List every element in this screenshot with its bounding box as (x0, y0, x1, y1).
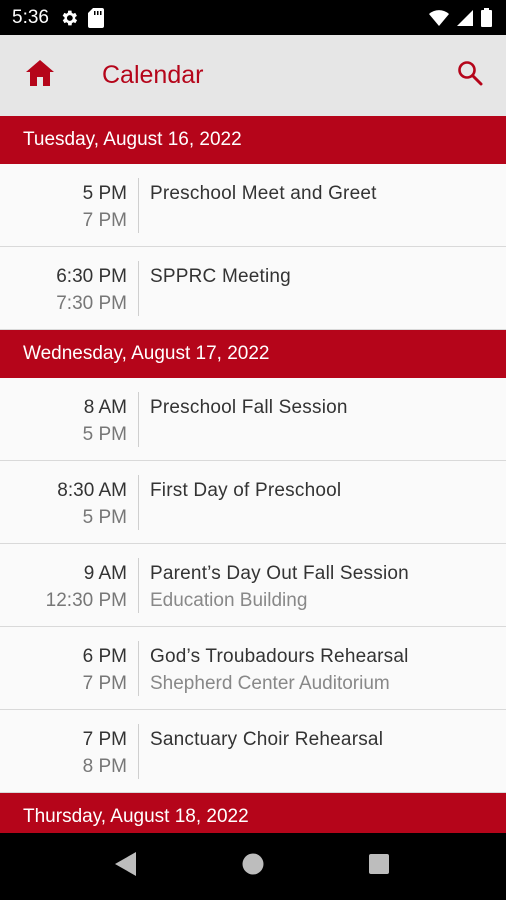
event-start-time: 6:30 PM (56, 266, 127, 287)
system-nav-bar (0, 833, 506, 900)
day-header-label: Wednesday, August 17, 2022 (23, 343, 270, 364)
day-header: Thursday, August 18, 2022 (0, 793, 506, 833)
event-title: Preschool Meet and Greet (150, 183, 377, 204)
event-start-time: 7 PM (82, 729, 127, 750)
event-end-time: 7 PM (82, 673, 127, 694)
event-end-time: 5 PM (82, 424, 127, 445)
search-icon (457, 60, 483, 91)
back-icon (115, 852, 137, 881)
page-title: Calendar (102, 61, 204, 89)
signal-icon (457, 9, 473, 26)
battery-icon (481, 8, 492, 27)
recents-button[interactable] (349, 837, 409, 897)
event-title: Preschool Fall Session (150, 397, 348, 418)
event-title: First Day of Preschool (150, 480, 342, 501)
day-header: Tuesday, August 16, 2022 (0, 116, 506, 164)
event-end-time: 7 PM (82, 210, 127, 231)
event-row[interactable]: 8 AM 5 PM Preschool Fall Session (0, 378, 506, 461)
event-location: Education Building (150, 590, 308, 611)
event-end-time: 5 PM (82, 507, 127, 528)
day-header-label: Tuesday, August 16, 2022 (23, 129, 242, 150)
home-nav-button[interactable] (223, 837, 283, 897)
event-start-time: 6 PM (82, 646, 127, 667)
event-end-time: 8 PM (82, 756, 127, 777)
day-header: Wednesday, August 17, 2022 (0, 330, 506, 378)
home-icon (26, 60, 54, 91)
event-row[interactable]: 8:30 AM 5 PM First Day of Preschool (0, 461, 506, 544)
event-title: Parent’s Day Out Fall Session (150, 563, 409, 584)
status-bar: 5:36 (0, 0, 506, 35)
app-bar: Calendar (0, 35, 506, 116)
event-row[interactable]: 6 PM 7 PM God’s Troubadours Rehearsal Sh… (0, 627, 506, 710)
event-title: God’s Troubadours Rehearsal (150, 646, 409, 667)
gear-icon (59, 8, 79, 28)
home-button[interactable] (20, 56, 60, 96)
event-start-time: 8:30 AM (57, 480, 127, 501)
status-time: 5:36 (12, 6, 49, 28)
event-row[interactable]: 9 AM 12:30 PM Parent’s Day Out Fall Sess… (0, 544, 506, 627)
search-button[interactable] (450, 56, 490, 96)
calendar-list[interactable]: Tuesday, August 16, 2022 5 PM 7 PM Presc… (0, 116, 506, 833)
recents-icon (369, 854, 389, 879)
event-row[interactable]: 7 PM 8 PM Sanctuary Choir Rehearsal (0, 710, 506, 793)
event-row[interactable]: 5 PM 7 PM Preschool Meet and Greet (0, 164, 506, 247)
event-end-time: 12:30 PM (45, 590, 127, 611)
event-start-time: 8 AM (83, 397, 127, 418)
wifi-icon (429, 9, 449, 26)
event-end-time: 7:30 PM (56, 293, 127, 314)
day-header-label: Thursday, August 18, 2022 (23, 806, 249, 827)
sd-card-icon (87, 7, 104, 28)
event-start-time: 9 AM (83, 563, 127, 584)
back-button[interactable] (96, 837, 156, 897)
event-row[interactable]: 6:30 PM 7:30 PM SPPRC Meeting (0, 247, 506, 330)
event-title: SPPRC Meeting (150, 266, 291, 287)
home-circle-icon (242, 853, 264, 880)
event-location: Shepherd Center Auditorium (150, 673, 390, 694)
event-start-time: 5 PM (82, 183, 127, 204)
event-title: Sanctuary Choir Rehearsal (150, 729, 384, 750)
